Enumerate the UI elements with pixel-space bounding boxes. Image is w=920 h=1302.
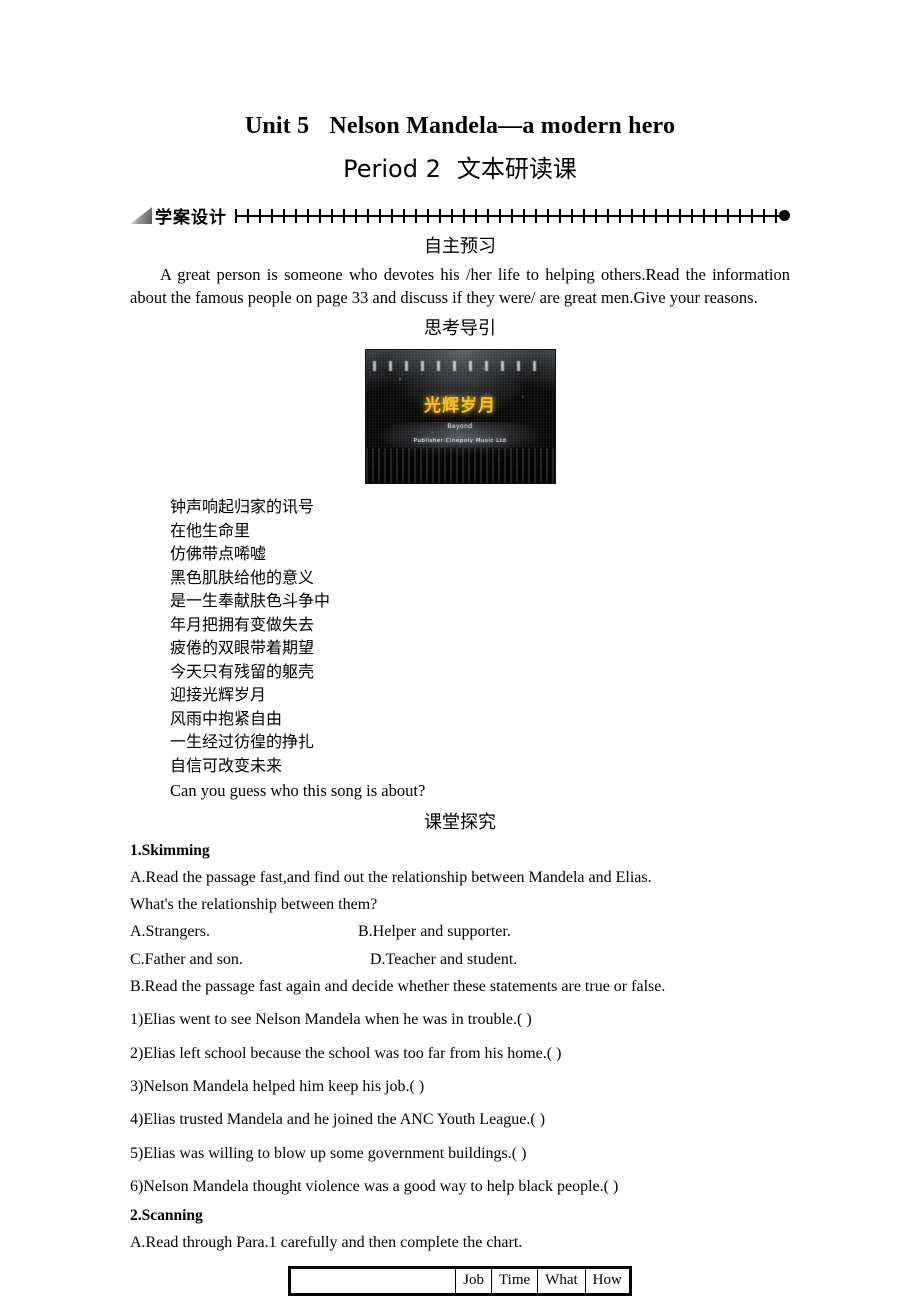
true-false-statement[interactable]: 3)Nelson Mandela helped him keep his job…: [130, 1075, 790, 1099]
lyric-line: 是一生奉献肤色斗争中: [170, 593, 331, 611]
option-c[interactable]: C.Father and son.: [130, 948, 370, 972]
scanning-chart-table: Job Time What How: [288, 1265, 632, 1296]
rule-end-dot: [779, 209, 790, 221]
photo-container: 光辉岁月 Beyond Publisher:Cinepoly Music Ltd: [130, 349, 790, 485]
rule-ticks: [235, 208, 780, 223]
option-d[interactable]: D.Teacher and student.: [370, 948, 790, 972]
skimming-line-b: B.Read the passage fast again and decide…: [130, 977, 666, 995]
unit-title: Unit 5 Nelson Mandela—a modern hero: [130, 0, 790, 141]
chart-container: Job Time What How: [130, 1265, 790, 1296]
period-title: Period 2 文本研读课: [130, 155, 790, 184]
option-row-cd: C.Father and son. D.Teacher and student.: [130, 948, 790, 972]
decorative-tick-rule: [235, 208, 790, 223]
thinking-heading: 思考导引: [424, 317, 496, 338]
skimming-line-a: A.Read the passage fast,and find out the…: [130, 868, 652, 886]
unit-title-right: Nelson Mandela—a modern hero: [329, 113, 676, 139]
option-b[interactable]: B.Helper and supporter.: [358, 920, 790, 944]
exercise-body: 1.Skimming A.Read the passage fast,and f…: [130, 840, 790, 1296]
chart-header-how: How: [584, 1266, 631, 1295]
true-false-statement[interactable]: 1)Elias went to see Nelson Mandela when …: [130, 1008, 790, 1032]
chart-header-what: What: [537, 1266, 586, 1295]
preview-heading: 自主预习: [424, 235, 496, 256]
lyric-line: 钟声响起归家的讯号: [170, 499, 315, 517]
lyric-line: 今天只有残留的躯壳: [170, 663, 315, 681]
skimming-title: 1.Skimming: [130, 842, 210, 860]
chart-header-time: Time: [491, 1266, 539, 1295]
explore-heading: 课堂探究: [424, 811, 496, 832]
lyrics-question: Can you guess who this song is about?: [170, 781, 426, 801]
option-a[interactable]: A.Strangers.: [130, 920, 358, 944]
table-row: Job Time What How: [289, 1266, 631, 1295]
period-title-left: Period 2: [343, 154, 441, 183]
concert-stage-photo: 光辉岁月 Beyond Publisher:Cinepoly Music Ltd: [364, 349, 556, 485]
true-false-statement[interactable]: 5)Elias was willing to blow up some gove…: [130, 1142, 790, 1166]
lyric-line: 风雨中抱紧自由: [170, 710, 283, 728]
lyrics-block: 钟声响起归家的讯号 在他生命里 仿佛带点唏嘘 黑色肌肤给他的意义 是一生奉献肤色…: [130, 496, 790, 804]
document-page: Unit 5 Nelson Mandela—a modern hero Perio…: [0, 0, 920, 1302]
lyric-line: 疲倦的双眼带着期望: [170, 640, 315, 658]
period-title-right: 文本研读课: [456, 154, 577, 183]
lyric-line: 仿佛带点唏嘘: [170, 546, 267, 564]
triangle-wedge-icon: [130, 207, 152, 225]
lyric-line: 自信可改变未来: [170, 757, 283, 775]
photo-audience-area: [365, 448, 555, 484]
scanning-title: 2.Scanning: [130, 1207, 203, 1225]
lyric-line: 迎接光辉岁月: [170, 687, 267, 705]
photo-caption-sub: Publisher:Cinepoly Music Ltd: [413, 437, 507, 444]
preview-paragraph: A great person is someone who devotes hi…: [130, 264, 790, 308]
chart-header-job: Job: [455, 1266, 493, 1295]
section-band-header: 学案设计: [130, 204, 790, 228]
lyric-line: 一生经过彷徨的挣扎: [170, 734, 315, 752]
lyric-line: 年月把拥有变做失去: [170, 616, 315, 634]
unit-title-left: Unit 5: [244, 113, 310, 139]
true-false-statement[interactable]: 4)Elias trusted Mandela and he joined th…: [130, 1108, 790, 1132]
photo-title-text: 光辉岁月: [424, 396, 496, 417]
true-false-statement[interactable]: 6)Nelson Mandela thought violence was a …: [130, 1175, 790, 1199]
lyric-line: 在他生命里: [170, 522, 251, 540]
skimming-question: What's the relationship between them?: [130, 896, 378, 914]
option-row-ab: A.Strangers. B.Helper and supporter.: [130, 920, 790, 944]
photo-caption-line: Beyond: [447, 423, 473, 431]
scanning-line-a: A.Read through Para.1 carefully and then…: [130, 1233, 523, 1251]
true-false-statement[interactable]: 2)Elias left school because the school w…: [130, 1042, 790, 1066]
lyric-line: 黑色肌肤给他的意义: [170, 569, 315, 587]
chart-header-blank[interactable]: [289, 1266, 457, 1295]
band-label: 学案设计: [155, 208, 227, 229]
